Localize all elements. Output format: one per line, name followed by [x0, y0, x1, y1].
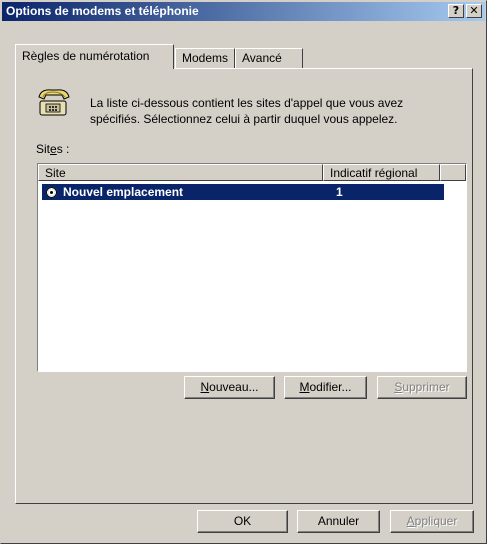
column-header-site[interactable]: Site	[38, 164, 323, 181]
tab-label: Règles de numérotation	[22, 49, 150, 63]
tab-label: Modems	[182, 51, 229, 65]
radio-dot	[49, 190, 54, 195]
button-label: upprimer	[402, 380, 450, 394]
sites-label-accel: e	[50, 142, 57, 156]
site-area-code: 1	[336, 185, 343, 199]
accel-letter: M	[299, 380, 310, 394]
sites-list[interactable]: Site Indicatif régional Nouvel emplaceme…	[37, 163, 467, 372]
accel-letter: A	[406, 514, 415, 528]
button-label: ouveau...	[209, 380, 259, 394]
tab-advanced[interactable]: Avancé	[235, 48, 303, 68]
help-button[interactable]: ?	[448, 4, 464, 18]
sites-label: Sites :	[36, 142, 69, 156]
button-label: odifier...	[309, 380, 352, 394]
radio-ring	[46, 187, 57, 198]
list-item[interactable]: Nouvel emplacement 1	[42, 184, 444, 200]
help-icon: ?	[452, 4, 460, 17]
column-header-area-code[interactable]: Indicatif régional	[323, 164, 440, 181]
selected-location-icon	[46, 187, 57, 198]
phone-icon	[38, 89, 70, 116]
column-header-filler	[440, 164, 466, 181]
close-icon: ✕	[469, 4, 479, 17]
tab-modems[interactable]: Modems	[175, 48, 235, 68]
accel-letter: N	[200, 380, 210, 394]
list-header: Site Indicatif régional	[38, 164, 466, 181]
tab-label: Avancé	[242, 51, 282, 65]
tab-dialing-rules[interactable]: Règles de numérotation	[15, 44, 174, 69]
cancel-button[interactable]: Annuler	[297, 510, 380, 533]
intro-text: La liste ci-dessous contient les sites d…	[90, 96, 404, 126]
modify-button[interactable]: Modifier...	[284, 376, 367, 399]
sites-label-part: s :	[56, 142, 70, 156]
close-button[interactable]: ✕	[466, 4, 482, 18]
new-button[interactable]: Nouveau...	[184, 376, 275, 399]
apply-button[interactable]: Appliquer	[390, 510, 474, 533]
ok-button[interactable]: OK	[197, 510, 288, 533]
dialog-window: Options de modems et téléphonie ? ✕ Règl…	[0, 0, 487, 544]
window-title: Options de modems et téléphonie	[6, 4, 199, 18]
sites-label-part: Sit	[36, 142, 51, 156]
title-bar[interactable]: Options de modems et téléphonie ? ✕	[2, 2, 485, 21]
site-name: Nouvel emplacement	[63, 185, 184, 199]
button-label: ppliquer	[414, 514, 458, 528]
delete-button[interactable]: Supprimer	[377, 376, 467, 399]
